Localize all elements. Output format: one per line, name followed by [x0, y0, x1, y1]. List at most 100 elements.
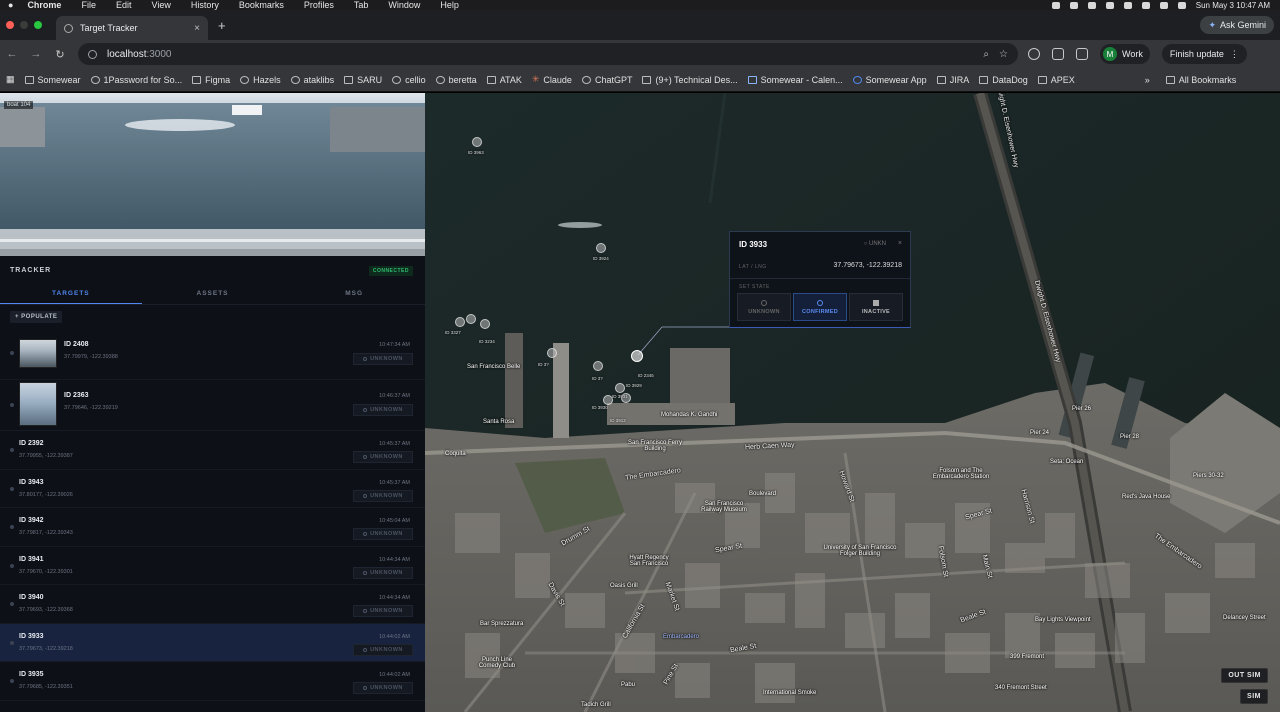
- bookmark-ataklibs[interactable]: ataklibs: [290, 75, 334, 85]
- apple-icon[interactable]: ●: [8, 0, 13, 10]
- menubar-clock[interactable]: Sun May 3 10:47 AM: [1196, 1, 1270, 10]
- map-target-marker[interactable]: [593, 361, 603, 371]
- map-target-marker[interactable]: [472, 137, 482, 147]
- bookmark-datadog[interactable]: DataDog: [979, 75, 1028, 85]
- target-row[interactable]: ID 2363 37.79646, -122.39219 10:46:37 AM…: [0, 380, 425, 431]
- status-icon[interactable]: [1141, 1, 1150, 9]
- minimize-window-icon[interactable]: [20, 21, 28, 29]
- state-unknown-button[interactable]: UNKNOWN: [737, 293, 791, 321]
- menu-profiles[interactable]: Profiles: [304, 1, 334, 10]
- new-tab-icon[interactable]: +: [218, 18, 226, 33]
- more-bookmarks-chevron[interactable]: »: [1145, 75, 1150, 85]
- address-bar[interactable]: localhost:3000 ⌕ ☆: [78, 43, 1018, 65]
- menu-tab[interactable]: Tab: [354, 1, 369, 10]
- ask-gemini-button[interactable]: ✦ Ask Gemini: [1200, 16, 1274, 34]
- back-arrow-icon[interactable]: ←: [0, 48, 24, 60]
- apps-grid-icon[interactable]: ▦: [6, 74, 15, 85]
- target-status-badge[interactable]: UNKNOWN: [353, 643, 413, 656]
- bookmark-1password[interactable]: 1Password for So...: [90, 75, 182, 85]
- map-label: Pier 28: [1120, 434, 1140, 440]
- side-panel-icon[interactable]: [1076, 48, 1088, 60]
- video-feed[interactable]: boat 104: [0, 93, 425, 256]
- bookmark-cellio[interactable]: cellio: [392, 75, 426, 85]
- map-label: Punch Line Comedy Club: [478, 657, 516, 669]
- close-icon[interactable]: ×: [898, 240, 902, 247]
- reload-icon[interactable]: ↻: [48, 48, 72, 61]
- tab-msg[interactable]: MSG: [283, 283, 425, 304]
- satellite-map[interactable]: ID 3963 ID 3924 ID 3234 ID 3327 ID 3? ID…: [425, 93, 1280, 712]
- bookmark-beretta[interactable]: beretta: [435, 75, 477, 85]
- sim-button[interactable]: SIM: [1240, 689, 1268, 704]
- bookmark-atak[interactable]: ATAK: [486, 75, 522, 85]
- tab-targets[interactable]: TARGETS: [0, 283, 142, 304]
- map-target-marker[interactable]: [480, 319, 490, 329]
- bookmark-star-icon[interactable]: ☆: [999, 49, 1008, 60]
- map-target-marker[interactable]: [547, 348, 557, 358]
- status-icon[interactable]: [1105, 1, 1114, 9]
- bookmark-claude[interactable]: ✳ Claude: [532, 74, 572, 85]
- tab-assets[interactable]: ASSETS: [142, 283, 284, 304]
- target-row[interactable]: ID 2392 37.79955, -122.39387 10:45:37 AM…: [0, 431, 425, 470]
- menu-window[interactable]: Window: [388, 1, 420, 10]
- menu-history[interactable]: History: [191, 1, 219, 10]
- target-status-badge[interactable]: UNKNOWN: [353, 353, 413, 365]
- close-tab-icon[interactable]: ×: [194, 23, 200, 34]
- target-row[interactable]: ID 3943 37.80177, -122.39026 10:45:37 AM…: [0, 470, 425, 508]
- puzzle-extensions-icon[interactable]: [1052, 48, 1064, 60]
- site-info-icon[interactable]: [88, 49, 97, 59]
- forward-arrow-icon[interactable]: →: [24, 48, 48, 60]
- status-icon[interactable]: [1087, 1, 1096, 9]
- fullscreen-window-icon[interactable]: [34, 21, 42, 29]
- map-target-marker[interactable]: [455, 317, 465, 327]
- menu-file[interactable]: File: [81, 1, 96, 10]
- bookmark-chatgpt[interactable]: ChatGPT: [581, 75, 632, 85]
- bookmark-somewear[interactable]: Somewear: [24, 75, 81, 85]
- bookmark-saru[interactable]: SARU: [344, 75, 382, 85]
- zoom-icon[interactable]: ⌕: [983, 49, 989, 60]
- out-sim-button[interactable]: OUT SIM: [1221, 668, 1268, 683]
- bookmark-figma[interactable]: Figma: [192, 75, 230, 85]
- extension-icon[interactable]: [1028, 48, 1040, 60]
- target-status-badge[interactable]: UNKNOWN: [353, 528, 413, 540]
- state-inactive-button[interactable]: INACTIVE: [849, 293, 903, 321]
- search-icon[interactable]: [1177, 1, 1186, 9]
- bookmark-hazels[interactable]: Hazels: [240, 75, 281, 85]
- state-confirmed-button[interactable]: CONFIRMED: [793, 293, 847, 321]
- status-icon[interactable]: [1051, 1, 1060, 9]
- status-icon[interactable]: [1123, 1, 1132, 9]
- target-status-badge[interactable]: UNKNOWN: [353, 489, 413, 502]
- close-window-icon[interactable]: [6, 21, 14, 29]
- target-row[interactable]: ID 2408 37.79979, -122.39388 10:47:34 AM…: [0, 329, 425, 380]
- map-target-marker[interactable]: [596, 243, 606, 253]
- populate-button[interactable]: + POPULATE: [10, 311, 63, 323]
- wifi-icon[interactable]: [1159, 1, 1168, 9]
- menu-view[interactable]: View: [151, 1, 170, 10]
- bookmark-somewear-app[interactable]: Somewear App: [852, 75, 927, 85]
- target-row[interactable]: ID 3940 37.79693, -122.39368 10:44:34 AM…: [0, 585, 425, 624]
- target-row[interactable]: ID 3941 37.79670, -122.39301 10:44:34 AM…: [0, 547, 425, 585]
- target-row[interactable]: ID 3935 37.79685, -122.39351 10:44:02 AM…: [0, 662, 425, 701]
- tab-target-tracker[interactable]: Target Tracker ×: [56, 16, 208, 40]
- bookmark-technical-des[interactable]: (9+) Technical Des...: [642, 75, 738, 85]
- menu-app-chrome[interactable]: Chrome: [27, 1, 61, 10]
- profile-button[interactable]: M Work: [1100, 44, 1150, 64]
- map-target-marker[interactable]: [466, 314, 476, 324]
- bookmark-jira[interactable]: JIRA: [936, 75, 969, 85]
- target-row[interactable]: ID 3942 37.79817, -122.39343 10:45:04 AM…: [0, 508, 425, 547]
- status-icon[interactable]: [1069, 1, 1078, 9]
- map-target-marker[interactable]: [615, 383, 625, 393]
- bookmark-apex[interactable]: APEX: [1037, 75, 1075, 85]
- target-status-badge[interactable]: UNKNOWN: [353, 404, 413, 416]
- bookmark-somewear-calendar[interactable]: Somewear - Calen...: [747, 75, 843, 85]
- menu-bookmarks[interactable]: Bookmarks: [239, 1, 284, 10]
- target-status-badge[interactable]: UNKNOWN: [353, 451, 413, 463]
- finish-update-button[interactable]: Finish update ⋮: [1161, 44, 1247, 64]
- map-target-marker-selected[interactable]: [631, 350, 643, 362]
- target-status-badge[interactable]: UNKNOWN: [353, 605, 413, 617]
- target-status-badge[interactable]: UNKNOWN: [353, 566, 413, 579]
- target-status-badge[interactable]: UNKNOWN: [353, 682, 413, 694]
- menu-edit[interactable]: Edit: [116, 1, 132, 10]
- menu-help[interactable]: Help: [440, 1, 459, 10]
- target-row-selected[interactable]: ID 3933 37.79673, -122.39218 10:44:02 AM…: [0, 623, 425, 662]
- all-bookmarks[interactable]: All Bookmarks: [1165, 75, 1236, 85]
